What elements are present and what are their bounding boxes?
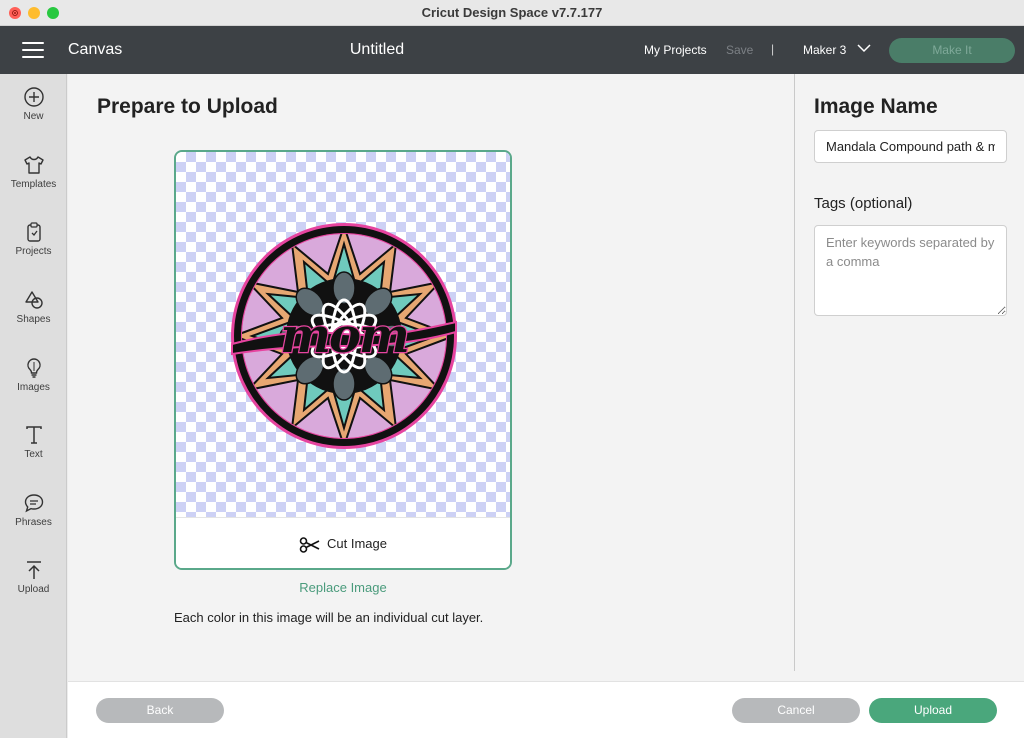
sidebar-item-label: Shapes bbox=[16, 314, 51, 325]
sidebar-item-label: Templates bbox=[10, 179, 57, 190]
sidebar-item-new[interactable]: New bbox=[0, 86, 67, 146]
save-button[interactable]: Save bbox=[726, 43, 753, 57]
clipboard-icon bbox=[26, 222, 41, 242]
sidebar-item-label: New bbox=[23, 111, 44, 122]
sidebar-item-projects[interactable]: Projects bbox=[0, 221, 67, 281]
sidebar-item-label: Upload bbox=[17, 584, 50, 595]
project-title: Untitled bbox=[349, 41, 405, 58]
sidebar-item-images[interactable]: Images bbox=[0, 357, 67, 417]
sidebar-item-label: Phrases bbox=[15, 517, 52, 528]
text-icon bbox=[25, 426, 42, 444]
sidebar-item-upload[interactable]: Upload bbox=[0, 559, 67, 619]
shirt-icon bbox=[23, 156, 44, 174]
image-name-label: Image Name bbox=[814, 95, 938, 118]
sidebar-item-phrases[interactable]: Phrases bbox=[0, 492, 67, 552]
sidebar-item-label: Images bbox=[17, 382, 50, 393]
machine-selector[interactable]: Maker 3 bbox=[803, 43, 846, 57]
left-sidebar: New Templates Projects Shapes Images Tex… bbox=[0, 74, 67, 738]
scissors-icon bbox=[299, 536, 320, 553]
sidebar-item-shapes[interactable]: Shapes bbox=[0, 289, 67, 349]
speech-bubble-icon bbox=[24, 494, 43, 513]
cut-image-option[interactable]: Cut Image bbox=[176, 517, 510, 568]
sidebar-item-templates[interactable]: Templates bbox=[0, 154, 67, 214]
image-name-input[interactable] bbox=[814, 130, 1007, 163]
cut-layer-info: Each color in this image will be an indi… bbox=[174, 610, 484, 625]
image-preview-card: mom Cut Image bbox=[174, 150, 512, 570]
replace-image-link[interactable]: Replace Image bbox=[174, 580, 512, 595]
cut-image-label: Cut Image bbox=[327, 536, 387, 551]
image-details-panel bbox=[795, 74, 1024, 681]
sidebar-item-text[interactable]: Text bbox=[0, 424, 67, 484]
tags-input[interactable] bbox=[814, 225, 1007, 316]
hamburger-menu-icon[interactable] bbox=[22, 42, 44, 58]
mom-mandala-image: mom bbox=[231, 223, 457, 449]
page-title: Prepare to Upload bbox=[97, 95, 278, 118]
mom-script-text: mom bbox=[280, 308, 408, 364]
window-title: Cricut Design Space v7.7.177 bbox=[421, 5, 603, 20]
sidebar-item-label: Projects bbox=[15, 246, 52, 257]
back-button[interactable]: Back bbox=[96, 698, 224, 723]
lightbulb-icon bbox=[26, 358, 41, 378]
app-header: Canvas Untitled My Projects Save | Maker… bbox=[0, 26, 1024, 74]
header-separator: | bbox=[771, 42, 775, 56]
chevron-down-icon[interactable] bbox=[857, 43, 871, 53]
section-title: Canvas bbox=[68, 41, 123, 58]
window-titlebar: Cricut Design Space v7.7.177 bbox=[0, 0, 1024, 26]
cancel-button[interactable]: Cancel bbox=[732, 698, 860, 723]
upload-icon bbox=[26, 561, 41, 579]
shapes-icon bbox=[24, 291, 43, 309]
my-projects-link[interactable]: My Projects bbox=[644, 43, 707, 57]
tags-label: Tags (optional) bbox=[814, 195, 913, 212]
make-it-button[interactable]: Make It bbox=[889, 38, 1015, 63]
upload-button[interactable]: Upload bbox=[869, 698, 997, 723]
plus-circle-icon bbox=[23, 87, 44, 107]
sidebar-item-label: Text bbox=[24, 449, 43, 460]
